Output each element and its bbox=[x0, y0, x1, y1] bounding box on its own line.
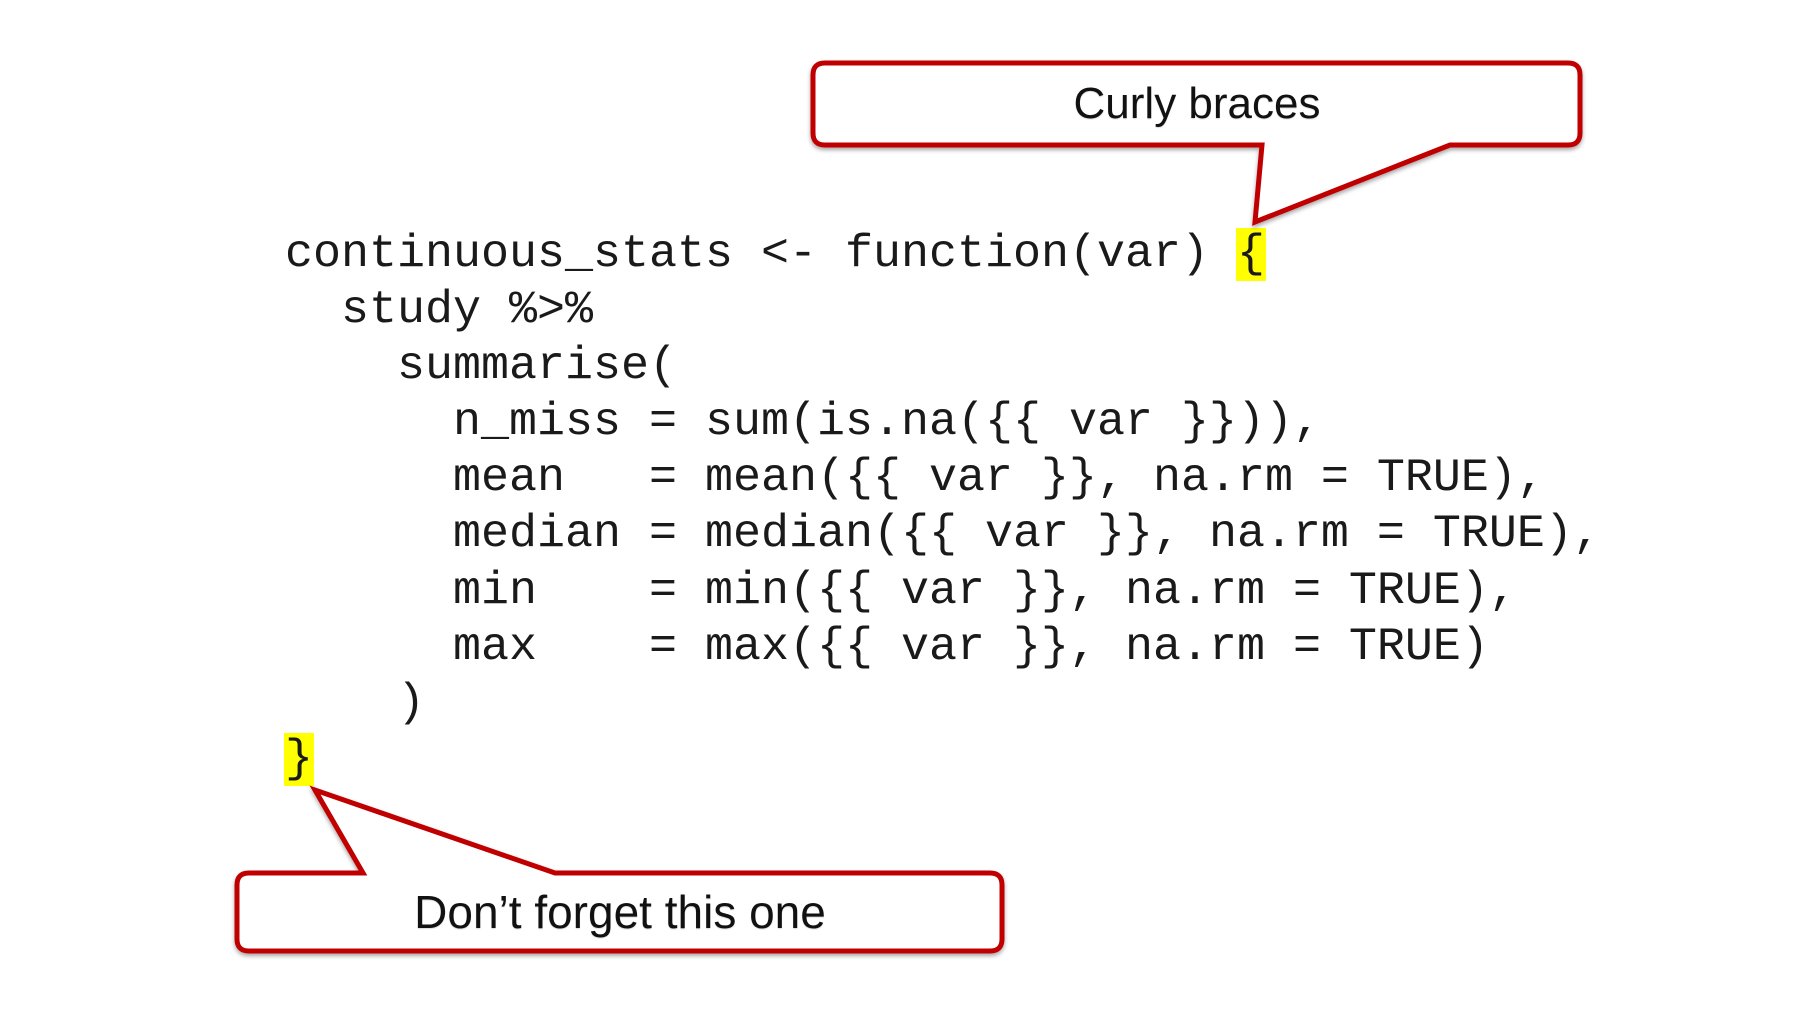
callouts-layer bbox=[234, 60, 1583, 954]
callout-bottom-label: Don’t forget this one bbox=[414, 886, 826, 938]
callout-top-label: Curly braces bbox=[1073, 79, 1321, 128]
slide: continuous_stats <- function(var) { stud… bbox=[0, 0, 1800, 1013]
